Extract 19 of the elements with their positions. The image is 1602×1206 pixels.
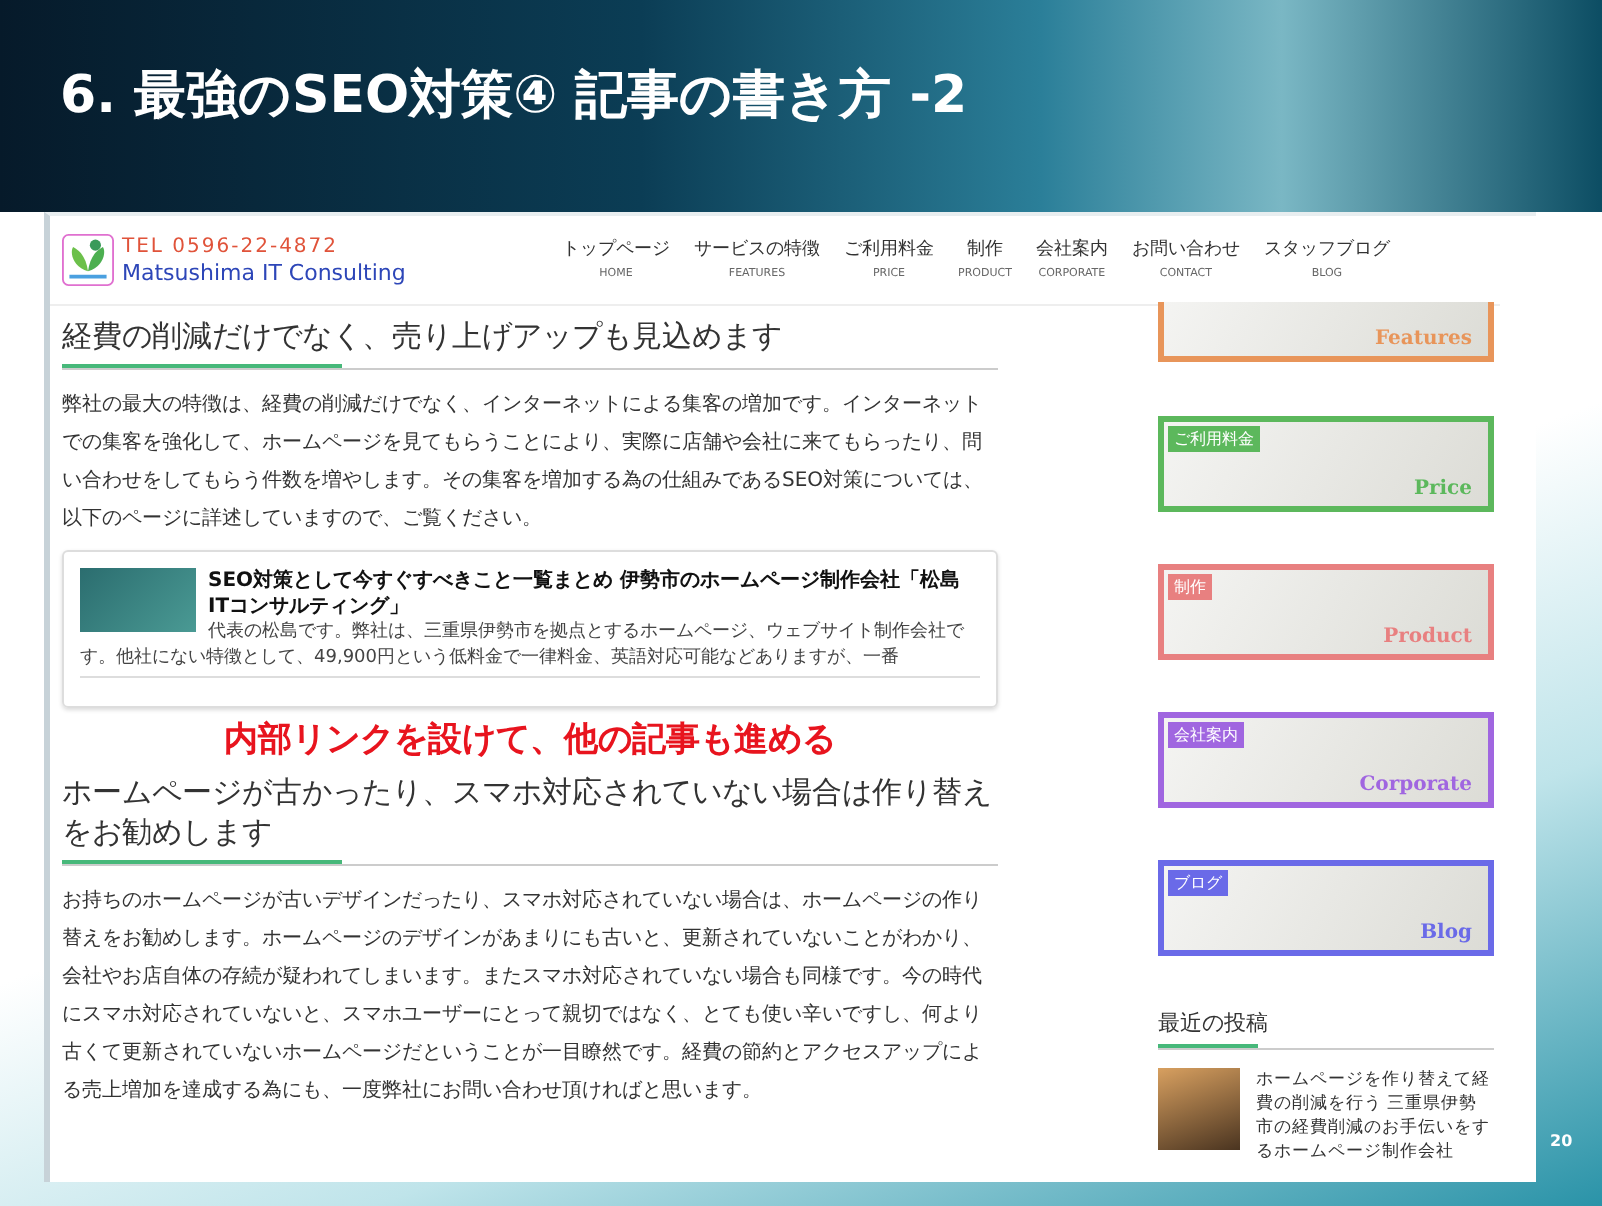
banner-link[interactable]: 会社案内 Corporate — [1158, 712, 1494, 808]
body-paragraph: お持ちのホームページが古いデザインだったり、スマホ対応されていない場合は、ホームページの作り替えをお勧めします。ホームページのデザインがあまりにも古いと、更新されていないことがわかり、会社やお店自体の存続が疑われてしまいます。またスマホ対応されていない場合も同様です。今の時代にスマホ対応されていないと、スマホユーザーにとって親切ではなく、とても使い辛いですし、何より古くて更新されていないホームページだということが一目瞭然です。経費の節約とアクセスアップによる売上増加を達成する為にも、一度弊社にお問い合わせ頂ければと思います。 — [62, 887, 984, 1106]
body-paragraph: 弊社の最大の特徴は、経費の削減だけでなく、インターネットによる集客の増加です。インターネットでの集客を強化して、ホームページを見てもらうことにより、実際に店舗や会社に来てもらったり、問い合わせをしてもらう件数を増やします。その集客を増加する為の仕組みであるSEO対策については、以下のページに詳述していますので、ご覧ください。 — [62, 391, 986, 534]
annotation-text: 内部リンクを設けて、他の記事も進める — [222, 718, 838, 762]
leaf-logo-icon — [62, 234, 114, 286]
section-heading: ホームページが古かったり、スマホ対応されていない場合は作り替えをお勧めします — [62, 772, 998, 866]
post-link[interactable]: ホームページを作り替えて経費の削減を行う 三重県伊勢市の経費削減のお手伝いをするホームページ制作会社 — [1256, 1068, 1494, 1164]
phone-number: TEL 0596-22-4872 — [122, 235, 341, 259]
page-number: 20 — [1550, 1132, 1573, 1150]
banner-link[interactable]: ブログ Blog — [1158, 860, 1494, 956]
card-title[interactable]: SEO対策として今すぐすべきこと一覧まとめ 伊勢市のホームページ制作会社「松島ITコンサルティング」 — [80, 568, 980, 620]
sidebar-heading: 最近の投稿 — [1158, 1008, 1494, 1050]
link-card[interactable]: SEO対策として今すぐすべきこと一覧まとめ 伊勢市のホームページ制作会社「松島ITコンサルティング」 代表の松島です。弊社は、三重県伊勢市を拠点とするホームページ、ウェブサイト制作会社です。他社にない特徴として、49,900円という低料金で一律料金、英語対応可能などありますが、一番 — [62, 550, 998, 708]
section-heading: 経費の削減だけでなく、売り上げアップも見込めます — [62, 316, 998, 370]
thumbnail-placeholder — [80, 568, 196, 632]
company-logo-text[interactable]: Matsushima IT Consulting — [122, 259, 406, 285]
card-excerpt: 代表の松島です。弊社は、三重県伊勢市を拠点とするホームページ、ウェブサイト制作会社です。他社にない特徴として、49,900円という低料金で一律料金、英語対応可能などありますが、一番 — [80, 620, 980, 678]
thumbnail-placeholder — [1158, 1068, 1240, 1150]
slide-title: 6. 最強のSEO対策④ 記事の書き方 -2 — [60, 64, 970, 130]
